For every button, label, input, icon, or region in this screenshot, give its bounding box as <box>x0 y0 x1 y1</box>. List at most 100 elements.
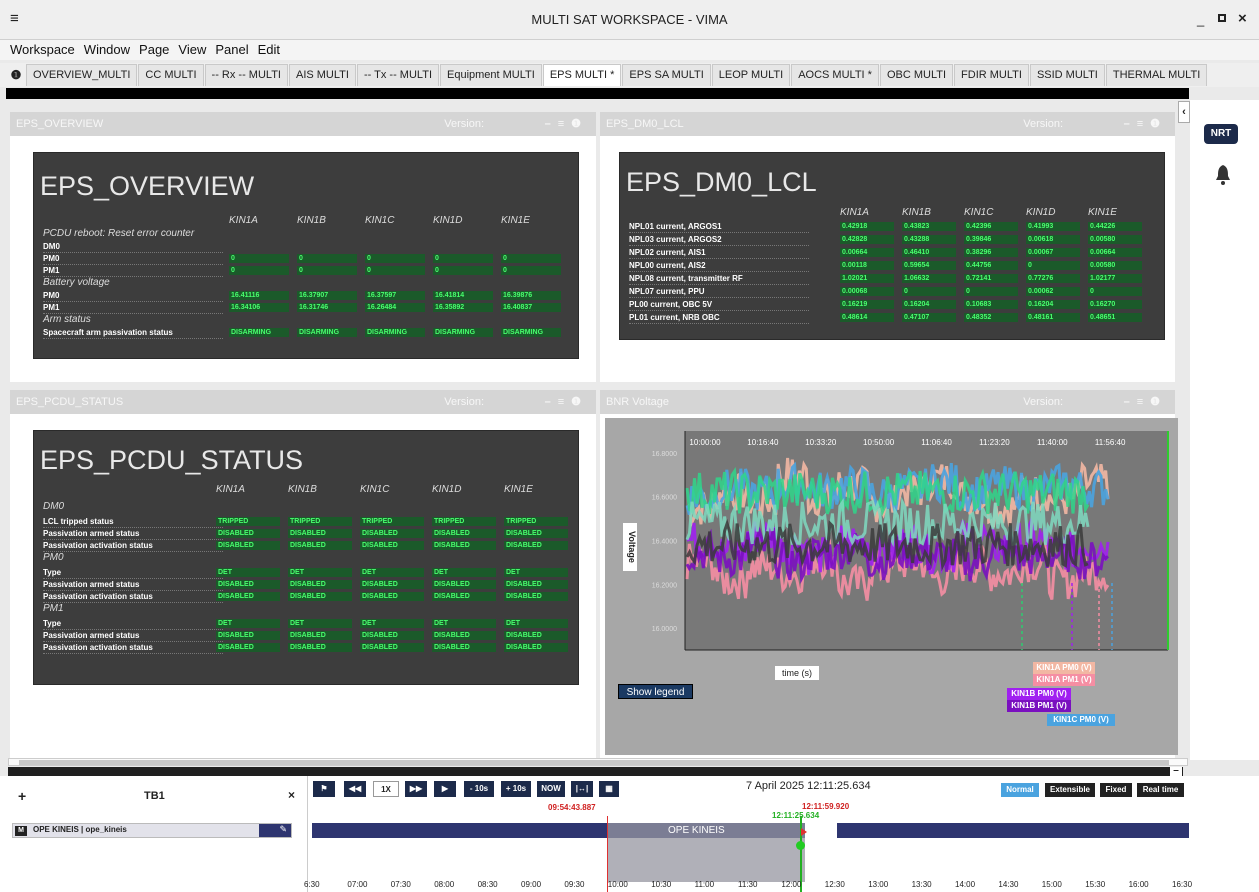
value-cell: 0.59654 <box>902 261 956 270</box>
value-cell: 16.26484 <box>365 303 425 312</box>
row-label: Spacecraft arm passivation status <box>43 327 223 339</box>
tab-eps-sa-multi[interactable]: EPS SA MULTI <box>622 64 711 86</box>
x-tick-label: 10:16:40 <box>747 438 779 447</box>
column-header: KIN1E <box>1088 207 1117 218</box>
row-label: NPL08 current, transmitter RF <box>629 273 809 285</box>
show-legend-button[interactable]: Show legend <box>618 684 693 699</box>
tab-ais-multi[interactable]: AIS MULTI <box>288 64 356 86</box>
value-cell: 0 <box>229 254 289 263</box>
column-header: KIN1C <box>964 207 994 218</box>
value-cell: 0.00664 <box>1088 248 1142 257</box>
value-cell: 0.16270 <box>1088 300 1142 309</box>
value-cell: 16.34106 <box>229 303 289 312</box>
timeline-tick-label: 08:00 <box>434 880 455 889</box>
rewind-icon[interactable]: ◀◀ <box>344 781 366 797</box>
minus-10s-button[interactable]: - 10s <box>464 781 494 797</box>
bnr-voltage-chart[interactable]: 16.8000 16.6000 16.4000 16.2000 16.0000 10:00… <box>605 418 1178 755</box>
close-icon[interactable]: × <box>1238 10 1247 27</box>
value-cell: 0.77276 <box>1026 274 1080 283</box>
edit-row-icon[interactable]: ✎ <box>259 824 291 837</box>
column-header: KIN1A <box>229 215 258 226</box>
collapse-sidebar-button[interactable]: ‹ <box>1178 101 1190 123</box>
value-cell: 16.37597 <box>365 291 425 300</box>
x-axis-label: time (s) <box>775 666 819 680</box>
tab-rx-multi[interactable]: -- Rx -- MULTI <box>204 64 288 86</box>
nrt-button[interactable]: NRT <box>1204 124 1238 144</box>
tab-equipment-multi[interactable]: Equipment MULTI <box>440 64 542 86</box>
menu-view[interactable]: View <box>178 42 206 57</box>
value-cell: DISABLED <box>432 592 496 601</box>
value-cell: DISABLED <box>360 529 424 538</box>
value-cell: DET <box>216 568 280 577</box>
value-cell: DISABLED <box>288 580 352 589</box>
value-cell: 0.16219 <box>840 300 894 309</box>
value-cell: DET <box>504 568 568 577</box>
tab-cc-multi[interactable]: CC MULTI <box>138 64 204 86</box>
tab-eps-multi[interactable]: EPS MULTI * <box>542 64 622 86</box>
value-cell: DISABLED <box>216 580 280 589</box>
mode-realtime-button[interactable]: Real time <box>1137 783 1184 797</box>
value-cell: 16.40837 <box>501 303 561 312</box>
fast-forward-icon[interactable]: ▶▶ <box>405 781 427 797</box>
play-icon[interactable]: ▶ <box>434 781 456 797</box>
panel-eps-overview: EPS_OVERVIEW Version: –≡❶ EPS_OVERVIEW K… <box>10 112 596 382</box>
tab-tx-multi[interactable]: -- Tx -- MULTI <box>356 64 439 86</box>
menu-window[interactable]: Window <box>84 42 130 57</box>
value-cell: DISABLED <box>360 643 424 652</box>
tab-overview-multi[interactable]: OVERVIEW_MULTI <box>26 64 138 86</box>
row-label: PM0 <box>43 290 223 302</box>
plus-10s-button[interactable]: + 10s <box>501 781 531 797</box>
range-end-marker[interactable] <box>801 828 807 836</box>
now-button[interactable]: NOW <box>537 781 565 797</box>
info-icon[interactable]: ❶ <box>6 68 26 82</box>
close-timebar-icon[interactable]: × <box>288 788 295 802</box>
tab-ssid-multi[interactable]: SSID MULTI <box>1029 64 1105 86</box>
panel-controls[interactable]: –≡❶ <box>1124 112 1167 136</box>
tab-leop-multi[interactable]: LEOP MULTI <box>711 64 791 86</box>
value-cell: 1.02177 <box>1088 274 1142 283</box>
value-cell: DISABLED <box>360 592 424 601</box>
panel-controls[interactable]: –≡❶ <box>545 390 588 414</box>
menu-panel[interactable]: Panel <box>215 42 248 57</box>
bell-icon[interactable] <box>1214 164 1232 186</box>
tab-aocs-multi[interactable]: AOCS MULTI * <box>791 64 879 86</box>
mode-fixed-button[interactable]: Fixed <box>1100 783 1132 797</box>
fit-range-icon[interactable]: |↔| <box>571 781 593 797</box>
value-cell: DISABLED <box>216 631 280 640</box>
row-label: PM1 <box>43 302 223 314</box>
panel-controls[interactable]: –≡❶ <box>545 112 588 136</box>
mode-extensible-button[interactable]: Extensible <box>1045 783 1095 797</box>
tab-obc-multi[interactable]: OBC MULTI <box>879 64 954 86</box>
value-cell: 0 <box>964 287 1018 296</box>
flag-icon[interactable]: ⚑ <box>313 781 335 797</box>
chart-svg: 16.8000 16.6000 16.4000 16.2000 16.0000 10:00… <box>652 431 1169 651</box>
panel-controls[interactable]: –≡❶ <box>1124 390 1167 414</box>
add-icon[interactable]: + <box>18 788 26 804</box>
calendar-icon[interactable]: ▦ <box>599 781 619 797</box>
row-label: PL01 current, NRB OBC <box>629 312 809 324</box>
panel-title: EPS_OVERVIEW <box>16 118 104 130</box>
horizontal-scrollbar[interactable] <box>8 758 1188 766</box>
tab-fdir-multi[interactable]: FDIR MULTI <box>954 64 1029 86</box>
timeline-row[interactable]: M OPE KINEIS | ope_kineis ✎ <box>12 823 292 838</box>
value-cell: DISARMING <box>433 328 493 337</box>
timeline-tick-label: 14:00 <box>955 880 976 889</box>
menu-edit[interactable]: Edit <box>258 42 280 57</box>
tab-bar: ❶ OVERVIEW_MULTI CC MULTI -- Rx -- MULTI… <box>0 63 1259 87</box>
mode-normal-button[interactable]: Normal <box>1001 783 1039 797</box>
value-cell: 1.06632 <box>902 274 956 283</box>
time-right: 12:11:59.920 <box>802 802 850 811</box>
timeline-tick-label: 10:30 <box>651 880 672 889</box>
current-time-handle[interactable] <box>796 841 805 850</box>
maximize-icon[interactable] <box>1218 14 1226 22</box>
minimize-icon[interactable]: _ <box>1197 12 1204 27</box>
menu-workspace[interactable]: Workspace <box>10 42 75 57</box>
value-cell: DET <box>432 619 496 628</box>
row-label: Passivation armed status <box>43 528 223 540</box>
row-label: Type <box>43 618 223 630</box>
speed-1x-button[interactable]: 1X <box>373 781 399 797</box>
column-header: KIN1B <box>297 215 326 226</box>
tab-thermal-multi[interactable]: THERMAL MULTI <box>1105 64 1208 86</box>
value-cell: 0.00062 <box>1026 287 1080 296</box>
menu-page[interactable]: Page <box>139 42 169 57</box>
